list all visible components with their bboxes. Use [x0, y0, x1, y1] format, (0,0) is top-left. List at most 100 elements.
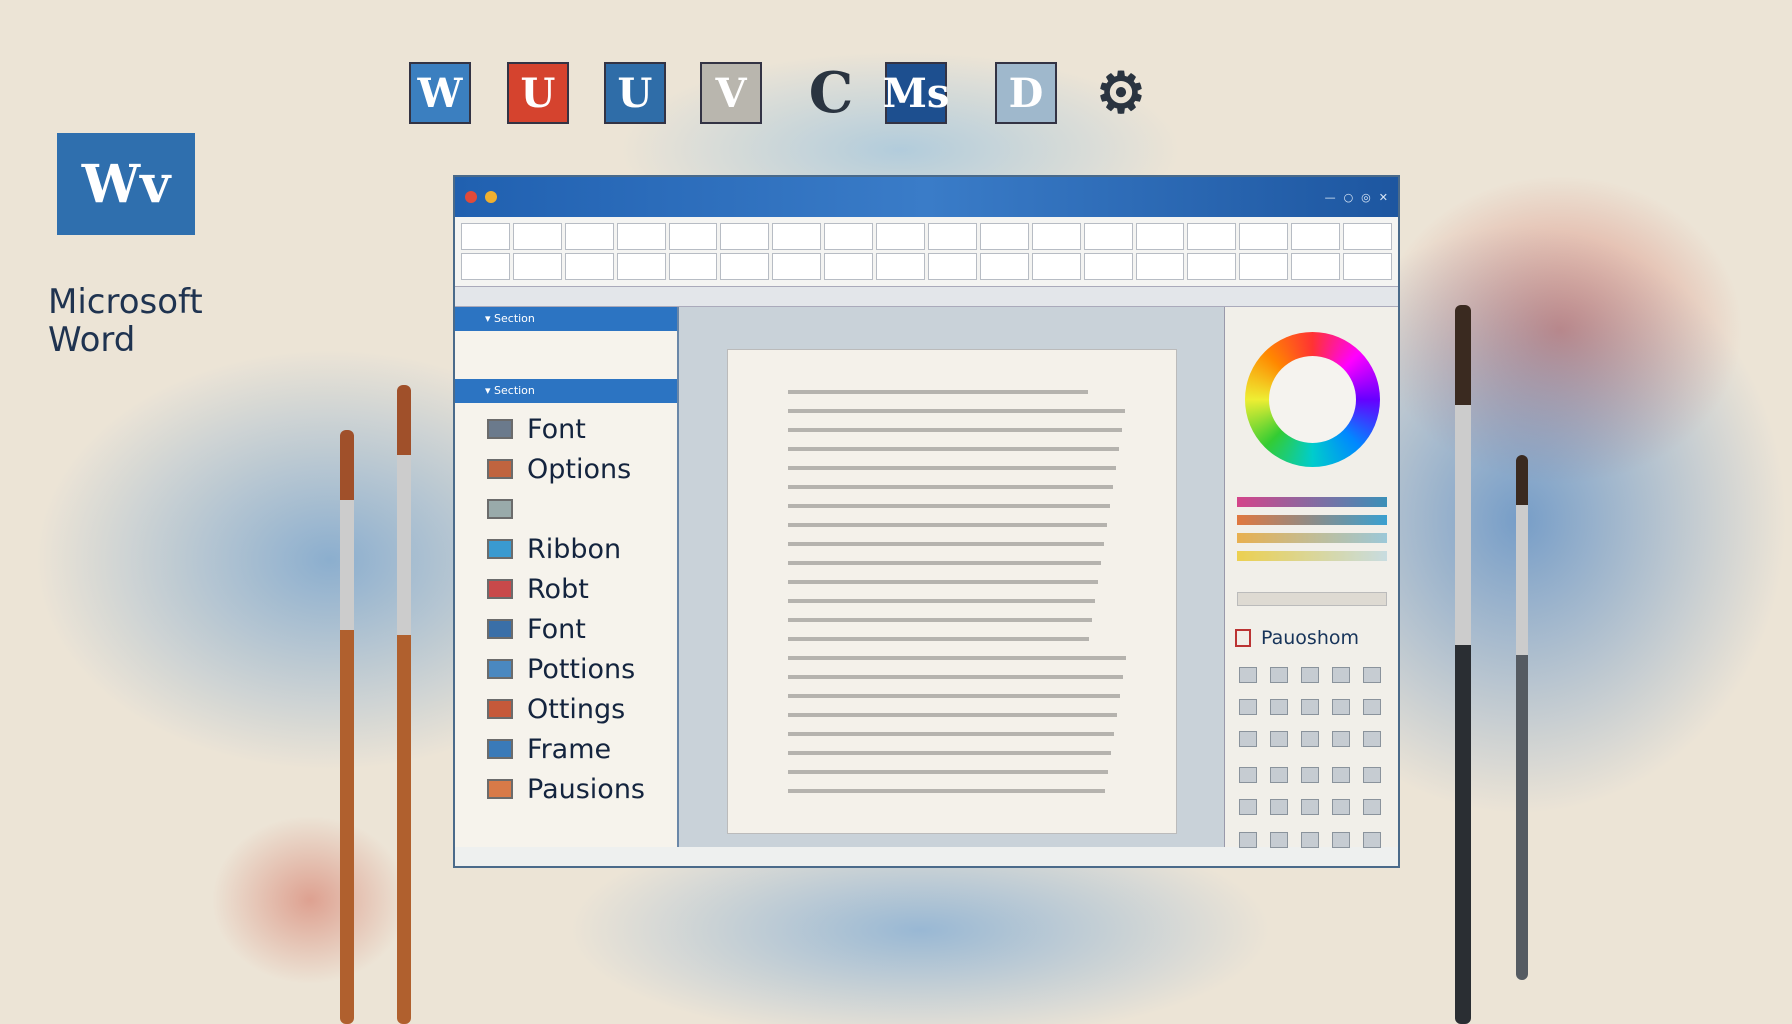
style-swatch[interactable]: [1363, 731, 1381, 747]
style-swatch[interactable]: [1270, 767, 1288, 783]
ribbon-button[interactable]: [720, 253, 770, 280]
restore-icon[interactable]: ○: [1344, 191, 1354, 204]
style-swatch[interactable]: [1239, 667, 1257, 683]
nav-header[interactable]: ▾ Section: [455, 379, 677, 403]
color-wheel[interactable]: [1245, 332, 1380, 467]
style-swatch[interactable]: [1301, 699, 1319, 715]
close-dot[interactable]: [465, 191, 477, 203]
ribbon-button[interactable]: [461, 223, 510, 250]
style-swatch[interactable]: [1270, 832, 1288, 848]
ribbon-button[interactable]: [1239, 223, 1289, 250]
style-swatch[interactable]: [1332, 699, 1350, 715]
style-swatch[interactable]: [1363, 699, 1381, 715]
ribbon-button[interactable]: [564, 253, 614, 280]
ribbon-button[interactable]: [668, 253, 718, 280]
gradient-bar[interactable]: [1237, 497, 1387, 507]
c-icon[interactable]: C: [800, 60, 862, 126]
ribbon-button[interactable]: [1291, 253, 1341, 280]
ribbon-button[interactable]: [1083, 223, 1133, 250]
style-swatch[interactable]: [1239, 699, 1257, 715]
style-swatch[interactable]: [1239, 832, 1257, 848]
ribbon-button[interactable]: [1343, 223, 1392, 250]
style-swatch[interactable]: [1239, 731, 1257, 747]
ribbon-button[interactable]: [1239, 253, 1289, 280]
ribbon-button[interactable]: [564, 223, 614, 250]
ribbon-button[interactable]: [720, 223, 770, 250]
ribbon-button[interactable]: [512, 253, 562, 280]
style-swatch[interactable]: [1301, 731, 1319, 747]
ribbon-button[interactable]: [668, 223, 718, 250]
ribbon-button[interactable]: [772, 223, 822, 250]
style-swatch[interactable]: [1332, 832, 1350, 848]
ribbon-button[interactable]: [824, 253, 874, 280]
ribbon-button[interactable]: [1135, 253, 1185, 280]
gear-icon[interactable]: ⚙: [1090, 60, 1152, 126]
nav-item[interactable]: Pottions: [455, 649, 677, 689]
ribbon-button[interactable]: [876, 223, 925, 250]
ribbon-button[interactable]: [1135, 223, 1185, 250]
style-swatch[interactable]: [1363, 667, 1381, 683]
style-swatch[interactable]: [1301, 667, 1319, 683]
nav-item[interactable]: Pausions: [455, 769, 677, 809]
nav-item[interactable]: Options: [455, 449, 677, 489]
ribbon-button[interactable]: [979, 253, 1029, 280]
ribbon-button[interactable]: [979, 223, 1029, 250]
ribbon-button[interactable]: [512, 223, 562, 250]
blue-app-icon[interactable]: U: [604, 62, 666, 124]
help-icon[interactable]: ◎: [1361, 191, 1371, 204]
minimize-icon[interactable]: —: [1325, 191, 1336, 204]
nav-item[interactable]: Font: [455, 609, 677, 649]
red-app-icon[interactable]: U: [507, 62, 569, 124]
nav-item[interactable]: Font: [455, 409, 677, 449]
gradient-bar[interactable]: [1237, 551, 1387, 561]
close-icon[interactable]: ✕: [1379, 191, 1388, 204]
nav-subitem[interactable]: [455, 355, 677, 379]
slider-bar[interactable]: [1237, 592, 1387, 606]
style-swatch[interactable]: [1332, 767, 1350, 783]
ribbon-button[interactable]: [461, 253, 510, 280]
ribbon-button[interactable]: [616, 223, 666, 250]
gradient-bar[interactable]: [1237, 515, 1387, 525]
nav-item[interactable]: Robt: [455, 569, 677, 609]
ms-icon[interactable]: Ms: [883, 62, 949, 124]
nav-header[interactable]: ▾ Section: [455, 307, 677, 331]
style-swatch[interactable]: [1363, 832, 1381, 848]
style-swatch[interactable]: [1332, 799, 1350, 815]
style-swatch[interactable]: [1301, 832, 1319, 848]
nav-item[interactable]: [455, 489, 677, 529]
style-swatch[interactable]: [1363, 799, 1381, 815]
style-swatch[interactable]: [1301, 799, 1319, 815]
document-page[interactable]: [727, 349, 1177, 834]
style-swatch[interactable]: [1239, 799, 1257, 815]
nav-item[interactable]: Ottings: [455, 689, 677, 729]
style-swatch[interactable]: [1332, 667, 1350, 683]
ribbon-button[interactable]: [876, 253, 925, 280]
minimize-dot[interactable]: [485, 191, 497, 203]
style-swatch[interactable]: [1301, 767, 1319, 783]
style-swatch[interactable]: [1270, 799, 1288, 815]
ribbon-button[interactable]: [772, 253, 822, 280]
word-icon[interactable]: W: [409, 62, 471, 124]
ribbon-button[interactable]: [1083, 253, 1133, 280]
ribbon-button[interactable]: [1187, 223, 1237, 250]
ribbon-button[interactable]: [1291, 223, 1341, 250]
gradient-bar[interactable]: [1237, 533, 1387, 543]
ribbon-button[interactable]: [1031, 253, 1081, 280]
ribbon-button[interactable]: [928, 253, 977, 280]
style-swatch[interactable]: [1363, 767, 1381, 783]
style-swatch[interactable]: [1239, 767, 1257, 783]
ribbon-button[interactable]: [1343, 253, 1392, 280]
nav-item[interactable]: Ribbon: [455, 529, 677, 569]
style-swatch[interactable]: [1270, 699, 1288, 715]
d-icon[interactable]: D: [995, 62, 1057, 124]
nav-subitem[interactable]: [455, 331, 677, 355]
nav-item[interactable]: Frame: [455, 729, 677, 769]
ribbon-button[interactable]: [928, 223, 977, 250]
ribbon-button[interactable]: [1187, 253, 1237, 280]
grey-app-icon[interactable]: V: [700, 62, 762, 124]
style-swatch[interactable]: [1270, 667, 1288, 683]
ribbon-button[interactable]: [1031, 223, 1081, 250]
style-swatch[interactable]: [1332, 731, 1350, 747]
ribbon-button[interactable]: [616, 253, 666, 280]
ribbon-button[interactable]: [824, 223, 874, 250]
